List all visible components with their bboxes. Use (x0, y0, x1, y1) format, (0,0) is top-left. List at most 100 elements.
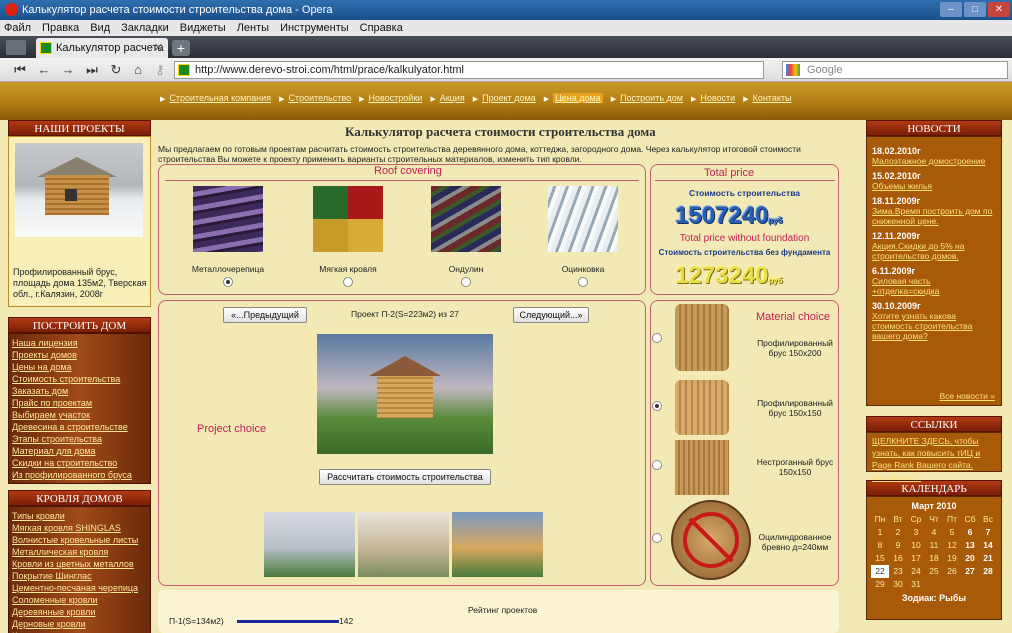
calendar-day[interactable]: 14 (979, 539, 997, 552)
nav-link[interactable]: Новости (700, 93, 735, 103)
back-icon[interactable]: ← (36, 62, 52, 78)
material-radio-2[interactable] (652, 401, 662, 411)
roof-metal-tile-image[interactable] (193, 186, 263, 252)
next-project-button[interactable]: Следующий...» (513, 307, 589, 323)
roof-link[interactable]: Мягкая кровля SHINGLAS (12, 522, 148, 534)
build-link[interactable]: Древесина в строительстве (12, 421, 148, 433)
roof-link[interactable]: Типы кровли (12, 510, 148, 522)
calendar-day[interactable]: 11 (925, 539, 943, 552)
forward-icon[interactable]: → (60, 62, 76, 78)
nav-link[interactable]: Новостройки (368, 93, 422, 103)
calendar-day[interactable]: 25 (925, 565, 943, 578)
material-image-4[interactable] (671, 500, 751, 580)
nav-link[interactable]: Проект дома (482, 93, 536, 103)
roof-link[interactable]: Деревянные кровли (12, 606, 148, 618)
roof-link[interactable]: Соломенные кровли (12, 594, 148, 606)
calendar-day[interactable]: 17 (907, 552, 925, 565)
prev-project-button[interactable]: «...Предыдущий (223, 307, 307, 323)
news-link[interactable]: Хотите узнать какова стоимость строитель… (872, 311, 996, 341)
calendar-day[interactable]: 18 (925, 552, 943, 565)
build-link[interactable]: Прайс по проектам (12, 397, 148, 409)
menu-item[interactable]: Инструменты (280, 22, 349, 34)
menu-item[interactable]: Правка (42, 22, 79, 34)
build-link[interactable]: Скидки на строительство (12, 457, 148, 469)
menu-item[interactable]: Вид (90, 22, 110, 34)
calendar-day[interactable]: 23 (889, 565, 907, 578)
build-link[interactable]: Этапы строительства (12, 433, 148, 445)
calendar-day[interactable]: 9 (889, 539, 907, 552)
nav-link[interactable]: Строительная компания (169, 93, 271, 103)
calculate-button[interactable]: Рассчитать стоимость строительства (319, 469, 491, 485)
nav-link[interactable]: Цена дома (553, 93, 603, 103)
project-thumb-3[interactable] (452, 512, 543, 577)
tab-current[interactable]: Калькулятор расчета ... ✕ (36, 38, 168, 74)
calendar-day[interactable]: 13 (961, 539, 979, 552)
calendar-day[interactable]: 1 (871, 526, 889, 539)
calendar-day[interactable]: 27 (961, 565, 979, 578)
news-link[interactable]: Акция.Скидки до 5% на строительство домо… (872, 241, 996, 261)
calendar-day[interactable]: 21 (979, 552, 997, 565)
calendar-day[interactable]: 10 (907, 539, 925, 552)
material-radio-1[interactable] (652, 333, 662, 343)
roof-radio-soft[interactable] (343, 277, 353, 287)
calendar-day[interactable]: 22 (871, 565, 889, 578)
news-link[interactable]: Зима.Время построить дом по сниженной це… (872, 206, 996, 226)
build-link[interactable]: Заказать дом (12, 385, 148, 397)
calendar-day[interactable]: 6 (961, 526, 979, 539)
calendar-day[interactable]: 8 (871, 539, 889, 552)
home-icon[interactable]: ⌂ (130, 62, 146, 78)
project-main-image[interactable] (317, 334, 493, 454)
project-photo[interactable] (15, 143, 143, 237)
nav-link[interactable]: Построить дом (620, 93, 683, 103)
roof-link[interactable]: Дерновые кровли (12, 618, 148, 630)
calendar-day[interactable]: 16 (889, 552, 907, 565)
roof-link[interactable]: Покрытие Шинглас (12, 570, 148, 582)
material-radio-3[interactable] (652, 460, 662, 470)
roof-galvanized-image[interactable] (548, 186, 618, 252)
build-link[interactable]: Выбираем участок (12, 409, 148, 421)
search-input[interactable]: Google (782, 61, 1008, 79)
fast-forward-icon[interactable]: ⏭ (84, 62, 100, 78)
panel-toggle-button[interactable] (6, 40, 26, 55)
menu-item[interactable]: Закладки (121, 22, 169, 34)
news-link[interactable]: Силовая часть +отделка=скидка (872, 276, 996, 296)
nav-link[interactable]: Контакты (753, 93, 792, 103)
calendar-day[interactable]: 24 (907, 565, 925, 578)
build-link[interactable]: Стоимость строительства (12, 373, 148, 385)
rewind-icon[interactable]: ⏮ (12, 62, 28, 78)
roof-link[interactable]: Цементно-песчаная черепица (12, 582, 148, 594)
build-link[interactable]: Наша лицензия (12, 337, 148, 349)
all-news-link[interactable]: Все новости » (939, 391, 995, 401)
material-image-1[interactable] (675, 304, 729, 371)
close-tab-icon[interactable]: ✕ (154, 38, 163, 58)
calendar-day[interactable]: 20 (961, 552, 979, 565)
menu-item[interactable]: Виджеты (180, 22, 226, 34)
close-window-button[interactable]: ✕ (988, 2, 1010, 17)
build-link[interactable]: Цены на дома (12, 361, 148, 373)
calendar-day[interactable]: 26 (943, 565, 961, 578)
calendar-day[interactable]: 4 (925, 526, 943, 539)
new-tab-button[interactable]: + (172, 40, 190, 56)
roof-ondulin-image[interactable] (431, 186, 501, 252)
calendar-day[interactable]: 2 (889, 526, 907, 539)
nav-link[interactable]: Акция (440, 93, 465, 103)
calendar-day[interactable]: 5 (943, 526, 961, 539)
calendar-day[interactable]: 30 (889, 578, 907, 591)
build-link[interactable]: Проекты домов (12, 349, 148, 361)
menu-item[interactable]: Ленты (237, 22, 269, 34)
nav-link[interactable]: Строительство (288, 93, 351, 103)
roof-radio-metal[interactable] (223, 277, 233, 287)
project-thumb-2[interactable] (358, 512, 449, 577)
minimize-button[interactable]: – (940, 2, 962, 17)
project-thumb-1[interactable] (264, 512, 355, 577)
roof-radio-galvanized[interactable] (578, 277, 588, 287)
material-image-2[interactable] (675, 380, 729, 435)
build-link[interactable]: Из профилированного бруса (12, 469, 148, 481)
material-radio-4[interactable] (652, 533, 662, 543)
calendar-day[interactable]: 12 (943, 539, 961, 552)
roof-soft-image[interactable] (313, 186, 383, 252)
build-link[interactable]: Материал для дома (12, 445, 148, 457)
seo-link[interactable]: ЩЕЛКНИТЕ ЗДЕСЬ, чтобы узнать, как повыси… (872, 436, 980, 482)
menu-item[interactable]: Справка (360, 22, 403, 34)
roof-link[interactable]: Кровли из цветных металлов (12, 558, 148, 570)
